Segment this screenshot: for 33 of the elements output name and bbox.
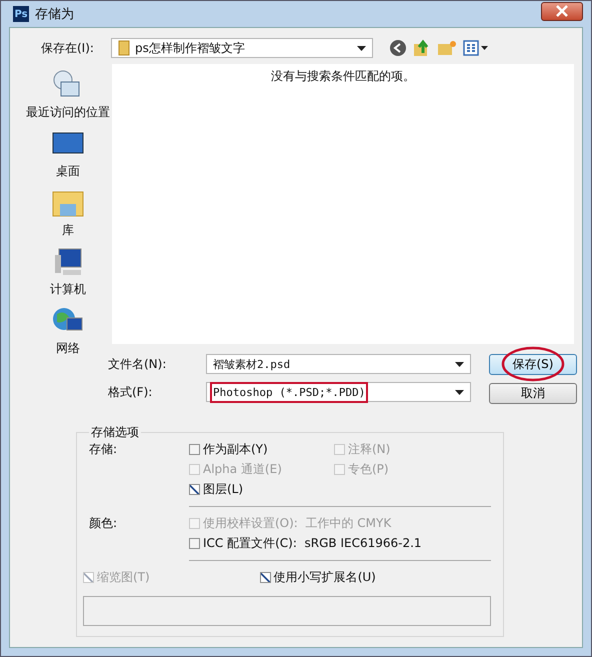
close-icon — [555, 5, 569, 17]
place-item[interactable]: 网络 — [51, 304, 85, 357]
caret-icon — [455, 390, 464, 394]
place-item[interactable]: 桌面 — [51, 127, 85, 180]
checkbox-option[interactable]: 作为副本(Y) — [189, 441, 334, 458]
location-label: 保存在(I): — [41, 40, 95, 56]
section-label: 存储: — [89, 441, 118, 458]
group-title: 存储选项 — [90, 424, 140, 441]
folder-icon — [118, 40, 130, 56]
empty-message: 没有与搜索条件匹配的项。 — [271, 68, 415, 85]
filename-field[interactable]: 褶皱素材2.psd — [206, 354, 471, 374]
file-list[interactable]: 没有与搜索条件匹配的项。 — [112, 64, 574, 344]
checkbox-option[interactable]: 使用小写扩展名(U) — [260, 569, 376, 586]
caret-icon — [455, 362, 464, 366]
location-dropdown[interactable]: ps怎样制作褶皱文字 — [111, 38, 373, 58]
place-item[interactable]: 计算机 — [50, 245, 86, 298]
checkbox-option[interactable]: ICC 配置文件(C): sRGB IEC61966-2.1 — [189, 535, 422, 552]
caret-icon — [357, 46, 366, 50]
place-item[interactable]: 库 — [51, 186, 85, 239]
format-dropdown[interactable]: Photoshop (*.PSD;*.PDD) — [206, 382, 471, 402]
section-label: 颜色: — [89, 515, 118, 532]
window-title: 存储为 — [35, 6, 74, 23]
close-button[interactable] — [541, 2, 583, 20]
dialog-button[interactable]: 取消 — [489, 383, 577, 404]
place-item[interactable]: 最近访问的位置 — [26, 68, 110, 121]
back-icon[interactable] — [389, 39, 407, 57]
checkbox-option[interactable]: 图层(L) — [189, 481, 334, 498]
app-icon: Ps — [13, 6, 29, 22]
view-menu-icon[interactable] — [463, 40, 489, 56]
dialog-button[interactable]: 保存(S) — [489, 354, 577, 375]
up-folder-icon[interactable] — [413, 39, 431, 57]
format-label: 格式(F): — [108, 384, 154, 400]
filename-label: 文件名(N): — [108, 356, 168, 372]
